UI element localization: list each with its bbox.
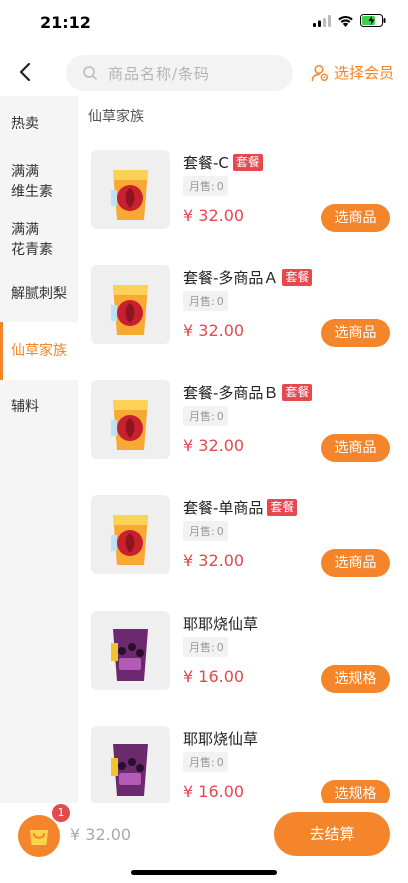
product-name-text: 耶耶烧仙草 [183,615,259,633]
monthly-sales-value: 0 [216,410,224,423]
select-product-button[interactable]: 选商品 [321,549,390,577]
product-item: 套餐-多商品Ａ 套餐 月售: 0 ¥ 32.00 选商品 [78,265,408,380]
sidebar-item-label: 解腻刺梨 [11,286,67,302]
sidebar-item-label: 仙草家族 [11,343,67,359]
monthly-sales-value: 0 [216,756,224,769]
select-spec-button[interactable]: 选规格 [321,665,390,693]
status-time: 21:12 [40,13,91,32]
sidebar-item-hot[interactable]: 热卖 [0,96,78,152]
category-sidebar: 热卖 满满 维生素 满满 花青素 解腻刺梨 仙草家族 辅料 [0,96,78,803]
section-title: 仙草家族 [88,109,144,125]
home-indicator [131,870,277,875]
product-name-text: 耶耶烧仙草 [183,730,259,748]
monthly-sales-label: 月售: [189,410,215,423]
combo-tag: 套餐 [282,269,313,286]
shopping-bag-icon [30,830,48,845]
monthly-sales-value: 0 [216,641,224,654]
product-price: ¥ 16.00 [183,782,245,801]
monthly-sales-value: 0 [216,295,224,308]
select-product-button[interactable]: 选商品 [321,204,390,232]
cart-button[interactable] [18,815,60,857]
monthly-sales: 月售: 0 [183,406,228,426]
cart-bar: 1 ¥ 32.00 去结算 [0,803,408,883]
product-image [91,495,170,574]
product-item: 套餐-单商品 套餐 月售: 0 ¥ 32.00 选商品 [78,495,408,610]
cart-total: ¥ 32.00 [70,825,132,844]
wifi-icon [338,15,353,27]
top-bar: 商品名称/条码 选择会员 [0,50,408,96]
signal-icon [313,14,331,27]
product-name: 套餐-单商品 套餐 [183,497,298,518]
back-button[interactable] [12,58,40,86]
product-price: ¥ 32.00 [183,436,245,455]
sidebar-item-vitamin[interactable]: 满满 维生素 [0,152,78,210]
product-name: 耶耶烧仙草 [183,728,258,749]
product-list: 仙草家族 套餐-C 套餐 月售: 0 ¥ 32.00 选商品 套餐-多商品Ａ 套… [78,96,408,803]
sidebar-item-label: 维生素 [11,184,53,200]
product-item: 套餐-C 套餐 月售: 0 ¥ 32.00 选商品 [78,150,408,265]
combo-tag: 套餐 [282,384,313,401]
sidebar-item-rosa-roxburghii[interactable]: 解腻刺梨 [0,272,78,322]
monthly-sales: 月售: 0 [183,521,228,541]
user-icon [311,64,329,81]
monthly-sales-label: 月售: [189,525,215,538]
sidebar-item-label: 满满 [11,222,39,238]
select-product-button[interactable]: 选商品 [321,319,390,347]
monthly-sales-value: 0 [216,180,224,193]
select-member-button[interactable]: 选择会员 [311,62,394,83]
product-name: 套餐-多商品Ａ 套餐 [183,267,313,288]
product-item: 耶耶烧仙草 月售: 0 ¥ 16.00 选规格 [78,726,408,803]
select-product-button[interactable]: 选商品 [321,434,390,462]
battery-icon [360,14,386,27]
product-item: 耶耶烧仙草 月售: 0 ¥ 16.00 选规格 [78,611,408,726]
monthly-sales: 月售: 0 [183,752,228,772]
monthly-sales-label: 月售: [189,756,215,769]
product-name: 套餐-C 套餐 [183,152,263,173]
combo-tag: 套餐 [267,499,298,516]
product-name: 耶耶烧仙草 [183,613,258,634]
product-name-text: 套餐-单商品 [183,499,264,517]
cart-count-badge: 1 [52,804,70,822]
product-image [91,726,170,803]
monthly-sales-label: 月售: [189,180,215,193]
monthly-sales: 月售: 0 [183,291,228,311]
product-name-text: 套餐-C [183,154,229,172]
product-price: ¥ 16.00 [183,667,245,686]
member-label: 选择会员 [334,64,395,82]
sidebar-item-grass-jelly[interactable]: 仙草家族 [0,322,78,380]
search-input[interactable]: 商品名称/条码 [108,63,210,84]
product-name: 套餐-多商品Ｂ 套餐 [183,382,313,403]
select-spec-button[interactable]: 选规格 [321,780,390,803]
sidebar-item-label: 满满 [11,164,39,180]
chevron-left-icon [19,62,31,82]
combo-tag: 套餐 [232,154,263,171]
monthly-sales-label: 月售: [189,295,215,308]
sidebar-item-anthocyanin[interactable]: 满满 花青素 [0,210,78,272]
monthly-sales: 月售: 0 [183,637,228,657]
monthly-sales-label: 月售: [189,641,215,654]
product-name-text: 套餐-多商品Ａ [183,269,279,287]
monthly-sales: 月售: 0 [183,176,228,196]
sidebar-item-toppings[interactable]: 辅料 [0,380,78,436]
search-icon [83,66,97,80]
monthly-sales-value: 0 [216,525,224,538]
product-image [91,611,170,690]
product-price: ¥ 32.00 [183,321,245,340]
status-icons [313,14,386,27]
product-name-text: 套餐-多商品Ｂ [183,384,279,402]
product-image [91,265,170,344]
product-item: 套餐-多商品Ｂ 套餐 月售: 0 ¥ 32.00 选商品 [78,380,408,495]
product-price: ¥ 32.00 [183,551,245,570]
sidebar-item-label: 辅料 [11,399,39,415]
product-image [91,380,170,459]
product-price: ¥ 32.00 [183,206,245,225]
product-image [91,150,170,229]
sidebar-item-label: 热卖 [11,116,39,132]
status-bar: 21:12 [0,0,408,44]
checkout-button[interactable]: 去结算 [274,812,390,856]
sidebar-item-label: 花青素 [11,242,53,258]
search-box[interactable]: 商品名称/条码 [66,55,293,91]
